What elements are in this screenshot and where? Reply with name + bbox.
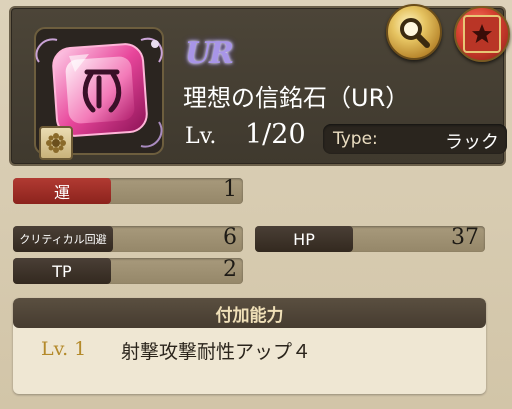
stat-tp-value: 2 [223, 257, 237, 282]
ability-header: 付加能力 [13, 298, 486, 328]
stat-luck-value: 1 [223, 177, 237, 202]
favorite-button[interactable] [454, 6, 510, 62]
search-button[interactable] [386, 4, 442, 60]
stat-tp-label: TP [13, 258, 111, 284]
stat-hp-value: 37 [451, 225, 479, 250]
favorite-badge [463, 15, 501, 53]
type-value: ラック [445, 132, 499, 153]
additional-ability-panel: 付加能力 Lv. 1 射撃攻撃耐性アップ４ [13, 298, 486, 394]
item-name: 理想の信銘石（UR） [183, 84, 410, 112]
stat-critical-evade-label: クリティカル回避 [13, 226, 113, 252]
item-detail-screen: UR 理想の信銘石（UR） Lv. 1/20 Type: ラック 運 1 クリテ… [0, 0, 512, 409]
ability-level: Lv. 1 [41, 338, 87, 360]
stat-critical-evade: クリティカル回避 6 [13, 225, 243, 252]
star-icon [472, 24, 492, 43]
stat-luck: 運 1 [13, 177, 243, 204]
type-label: Type: [333, 129, 378, 149]
rarity-label: UR [185, 36, 234, 71]
level-value: 1/20 [245, 119, 306, 150]
level-label: Lv. [185, 124, 217, 149]
magnifier-icon [400, 18, 430, 48]
stat-luck-label: 運 [13, 178, 111, 204]
stat-hp: HP 37 [255, 225, 485, 252]
stat-tp: TP 2 [13, 257, 243, 284]
rank-badge-icon [39, 126, 73, 160]
ability-name: 射撃攻撃耐性アップ４ [121, 341, 312, 363]
type-box: Type: ラック [323, 124, 507, 154]
stat-critical-evade-value: 6 [223, 225, 237, 250]
stat-hp-label: HP [255, 226, 353, 252]
